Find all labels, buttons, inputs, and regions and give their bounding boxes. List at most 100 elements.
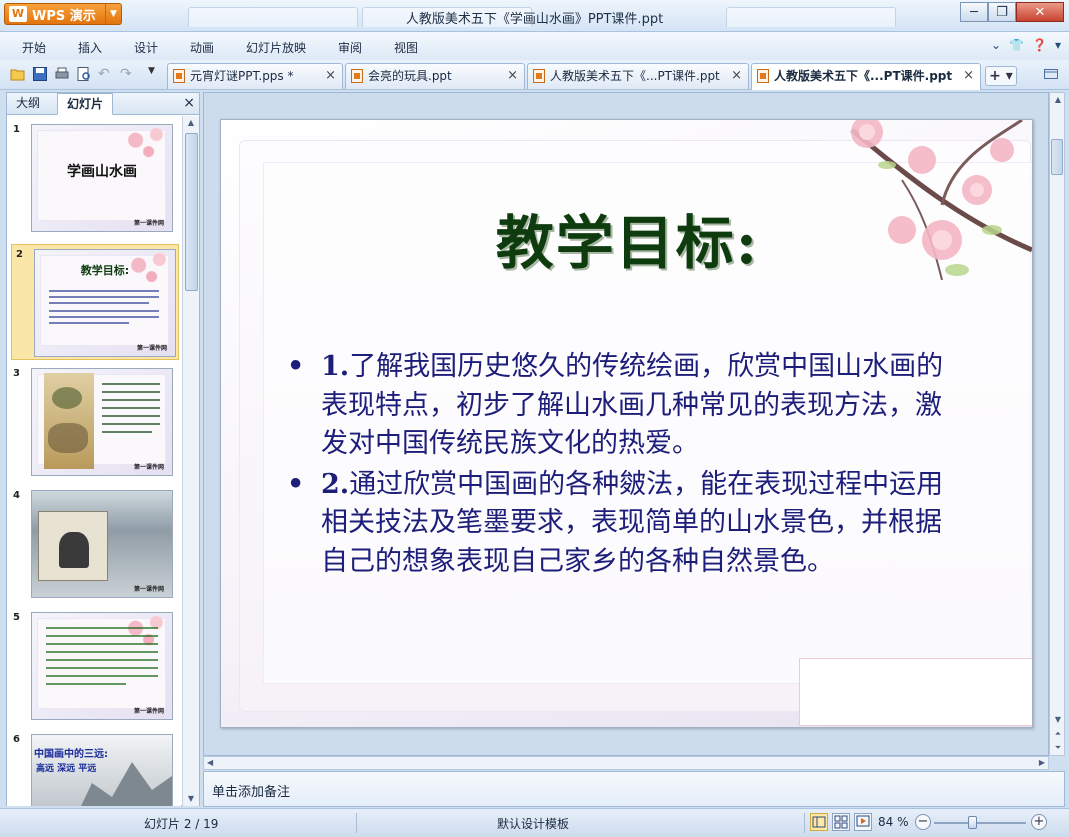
chevron-down-icon[interactable]: ▾ — [1055, 38, 1061, 52]
slide-vertical-scrollbar[interactable]: ▲ ▼ ⏶ ⏷ — [1049, 92, 1065, 756]
grid-view-icon — [834, 815, 848, 829]
slide-body-text[interactable]: 1.了解我国历史悠久的传统绘画，欣赏中国山水画的表现特点，初步了解山水画几种常见… — [287, 348, 967, 583]
slide-editing-area: 教学目标: 1.了解我国历史悠久的传统绘画，欣赏中国山水画的表现特点，初步了解山… — [203, 92, 1049, 756]
redo-icon[interactable]: ↷ — [120, 66, 136, 82]
skin-icon[interactable]: 👕 — [1009, 38, 1024, 52]
thumb-title: 学画山水画 — [67, 164, 137, 180]
window-layout-icon[interactable] — [1043, 66, 1059, 82]
panel-scrollbar[interactable]: ▲ ▼ — [182, 116, 199, 806]
slideshow-button[interactable] — [854, 813, 872, 831]
tab-close-icon[interactable]: × — [963, 64, 974, 88]
thumb-title: 中国画中的三远: — [34, 749, 108, 760]
close-icon[interactable]: × — [183, 95, 195, 111]
slide-horizontal-scrollbar[interactable]: ◀ ▶ — [203, 756, 1049, 770]
tab-slides[interactable]: 幻灯片 — [57, 93, 114, 115]
minimize-button[interactable]: ─ — [960, 2, 988, 22]
doc-tab-2[interactable]: 会亮的玩具.ppt × — [345, 63, 525, 89]
scroll-left-icon[interactable]: ◀ — [207, 758, 213, 767]
thumb-subtitle: 高远 深远 平远 — [36, 764, 97, 774]
open-folder-icon[interactable] — [10, 66, 26, 82]
doc-tab-label: 人教版美术五下《...PT课件.ppt — [774, 69, 953, 83]
tab-close-icon[interactable]: × — [325, 64, 336, 88]
scroll-down-icon[interactable]: ▼ — [183, 792, 199, 806]
plus-icon: + — [1033, 814, 1045, 829]
menu-slideshow[interactable]: 幻灯片放映 — [246, 39, 306, 56]
slide-title[interactable]: 教学目标: — [221, 196, 1032, 280]
bullet-item-2: 2.通过欣赏中国画的各种皴法，能在表现过程中运用相关技法及笔墨要求，表现简单的山… — [287, 466, 967, 582]
scroll-right-icon[interactable]: ▶ — [1039, 758, 1045, 767]
minus-icon: − — [917, 814, 929, 829]
restore-icon: ❐ — [996, 4, 1008, 20]
title-bar: W WPS 演示 ▼ 人教版美术五下《学画山水画》PPT课件.ppt ─ ❐ ✕ — [0, 0, 1069, 32]
ppt-file-icon — [533, 69, 545, 83]
notes-placeholder: 单击添加备注 — [212, 785, 291, 800]
prev-slide-icon[interactable]: ⏶ — [1050, 727, 1066, 741]
doc-tab-label: 会亮的玩具.ppt — [368, 69, 452, 83]
menu-view[interactable]: 视图 — [394, 39, 418, 56]
zoom-slider-handle[interactable] — [968, 816, 977, 829]
scroll-up-icon[interactable]: ▲ — [183, 116, 199, 130]
scroll-thumb[interactable] — [1051, 139, 1063, 175]
customize-toolbar-icon[interactable]: ▼ — [148, 66, 164, 82]
print-icon[interactable] — [54, 66, 70, 82]
thumb-brand: 第一课件网 — [133, 220, 164, 227]
tab-outline[interactable]: 大纲 — [7, 93, 49, 115]
menu-design[interactable]: 设计 — [134, 39, 158, 56]
zoom-out-button[interactable]: − — [915, 814, 931, 830]
slides-panel: 大纲 幻灯片 × 1 学画山水画 第一课件网 2 教学目标: 第一课件网 3 第… — [6, 92, 200, 806]
design-template[interactable]: 默认设计模板 — [497, 815, 569, 832]
blank-shape[interactable] — [799, 658, 1032, 726]
undo-icon[interactable]: ↶ — [98, 66, 114, 82]
menu-review[interactable]: 审阅 — [338, 39, 362, 56]
slide-position: 幻灯片 2 / 19 — [144, 817, 219, 831]
menu-bar: 开始 插入 设计 动画 幻灯片放映 审阅 视图 ⌄ 👕 ❓ ▾ — [0, 32, 1069, 60]
ppt-file-icon — [173, 69, 185, 83]
menu-insert[interactable]: 插入 — [78, 39, 102, 56]
zoom-slider-track[interactable] — [934, 822, 1026, 824]
doc-tab-4-active[interactable]: 人教版美术五下《...PT课件.ppt × — [751, 63, 981, 90]
menu-animation[interactable]: 动画 — [190, 39, 214, 56]
normal-view-icon — [812, 816, 826, 828]
save-icon[interactable] — [32, 66, 48, 82]
thumb-brand: 第一课件网 — [133, 586, 164, 593]
normal-view-button[interactable] — [810, 813, 828, 831]
help-icon[interactable]: ❓ — [1032, 38, 1047, 52]
close-button[interactable]: ✕ — [1016, 2, 1064, 22]
doc-tab-3[interactable]: 人教版美术五下《...PT课件.ppt × — [527, 63, 749, 89]
slide-sorter-button[interactable] — [832, 813, 850, 831]
thumb-number: 3 — [13, 368, 20, 379]
next-slide-icon[interactable]: ⏷ — [1050, 741, 1066, 755]
zoom-level[interactable]: 84 % — [878, 815, 909, 829]
panel-tabs: 大纲 幻灯片 × — [7, 93, 199, 115]
new-tab-button[interactable]: + ▾ — [985, 66, 1017, 86]
thumb-brand: 第一课件网 — [133, 708, 164, 715]
status-bar: 幻灯片 2 / 19 默认设计模板 84 % − + — [0, 808, 1069, 837]
landscape-painting-image — [44, 373, 94, 469]
window-title: 人教版美术五下《学画山水画》PPT课件.ppt — [405, 12, 664, 27]
slide-thumb-2-selected[interactable]: 2 教学目标: 第一课件网 — [11, 244, 179, 360]
print-preview-icon[interactable] — [76, 66, 92, 82]
notes-pane[interactable]: 单击添加备注 — [203, 771, 1065, 807]
doc-tab-label: 元宵灯谜PPT.pps * — [190, 69, 294, 83]
current-slide[interactable]: 教学目标: 1.了解我国历史悠久的传统绘画，欣赏中国山水画的表现特点，初步了解山… — [220, 119, 1033, 728]
doc-tab-1[interactable]: 元宵灯谜PPT.pps * × — [167, 63, 343, 89]
thumb-number: 1 — [13, 124, 20, 135]
zoom-in-button[interactable]: + — [1031, 814, 1047, 830]
ppt-file-icon — [351, 69, 363, 83]
collapse-ribbon-icon[interactable]: ⌄ — [991, 38, 1001, 52]
bullet-text: 了解我国历史悠久的传统绘画，欣赏中国山水画的表现特点，初步了解山水画几种常见的表… — [321, 351, 944, 459]
slide-thumbnails: 1 学画山水画 第一课件网 2 教学目标: 第一课件网 3 第一课件网 4 第一… — [7, 116, 181, 806]
restore-button[interactable]: ❐ — [988, 2, 1016, 22]
thumb-number: 2 — [16, 249, 23, 260]
scroll-thumb[interactable] — [185, 133, 198, 291]
ink-painting-image — [38, 511, 108, 581]
scroll-down-icon[interactable]: ▼ — [1050, 713, 1066, 727]
scroll-up-icon[interactable]: ▲ — [1050, 93, 1066, 107]
tab-close-icon[interactable]: × — [507, 64, 518, 88]
tab-close-icon[interactable]: × — [731, 64, 742, 88]
menu-start[interactable]: 开始 — [22, 39, 46, 56]
ppt-file-icon — [757, 69, 769, 83]
thumb-brand: 第一课件网 — [136, 345, 167, 352]
blossom-decoration — [120, 125, 172, 163]
play-slideshow-icon — [856, 815, 870, 827]
